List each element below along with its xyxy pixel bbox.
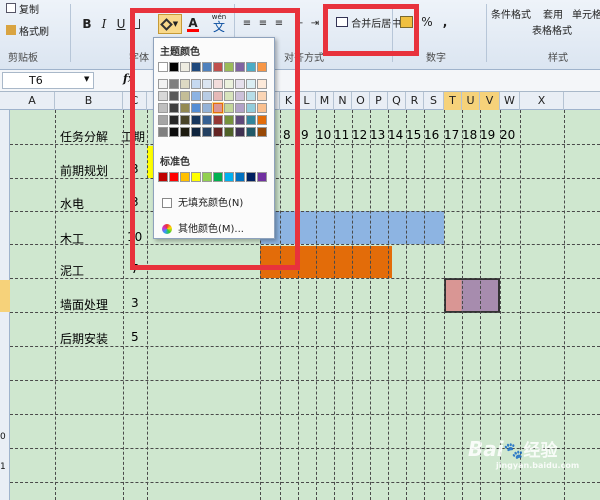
column-header-t[interactable]: T	[444, 92, 462, 110]
day-header: 15	[406, 128, 422, 142]
column-header-q[interactable]: Q	[388, 92, 406, 110]
task-name: 泥工	[60, 264, 85, 278]
task-name: 前期规划	[60, 164, 109, 178]
underline-button[interactable]: U	[114, 16, 128, 32]
grid-line	[10, 211, 600, 212]
day-header: 11	[334, 128, 350, 142]
column-header-o[interactable]: O	[352, 92, 370, 110]
task-name: 后期安装	[60, 332, 109, 346]
column-header-a[interactable]: A	[10, 92, 55, 110]
column-header-m[interactable]: M	[316, 92, 334, 110]
day-header: 16	[424, 128, 440, 142]
grid-line	[406, 110, 407, 500]
clipboard-group-label: 剪贴板	[8, 53, 38, 64]
grid-line	[10, 144, 600, 145]
percent-button[interactable]: %	[420, 14, 434, 30]
column-header-l[interactable]: L	[298, 92, 316, 110]
grid-line	[444, 110, 445, 500]
grid-line	[10, 346, 600, 347]
grid-line	[10, 414, 600, 415]
column-header-r[interactable]: R	[406, 92, 424, 110]
day-header: 20	[500, 128, 516, 142]
column-header-x[interactable]: X	[520, 92, 564, 110]
task-name: 水电	[60, 197, 85, 211]
copy-icon	[6, 3, 16, 13]
comma-button[interactable]: ,	[440, 14, 450, 30]
task-name: 任务分解	[60, 130, 109, 144]
format-painter-button[interactable]: 格式刷	[6, 22, 49, 38]
row-headers: 0 1	[0, 110, 10, 500]
chevron-down-icon: ▼	[84, 75, 90, 83]
grid-line	[316, 110, 317, 500]
day-header: 19	[480, 128, 496, 142]
row-number: 1	[0, 462, 6, 472]
cell-style-button[interactable]: 单元格	[572, 6, 600, 21]
grid-line	[10, 380, 600, 381]
day-header: 12	[352, 128, 368, 142]
grid-line	[462, 110, 463, 500]
grid-line	[10, 278, 600, 279]
number-group-label: 数字	[426, 53, 446, 64]
column-headers: A B C J K L M N O P Q R S T U V W X	[0, 92, 600, 110]
day-header: 18	[462, 128, 478, 142]
grid-line	[10, 244, 600, 245]
grid-line	[352, 110, 353, 500]
column-header-p[interactable]: P	[370, 92, 388, 110]
selected-range-t6-v6[interactable]	[444, 278, 500, 313]
column-header-u[interactable]: U	[462, 92, 480, 110]
copy-button[interactable]: 复制	[6, 1, 39, 16]
day-header: 13	[370, 128, 386, 142]
day-header: 14	[388, 128, 404, 142]
outdent-icon: ⇥	[310, 17, 320, 29]
grid-line	[424, 110, 425, 500]
column-header-n[interactable]: N	[334, 92, 352, 110]
grid-line	[10, 312, 600, 313]
column-header-v[interactable]: V	[480, 92, 500, 110]
grid-line	[55, 110, 56, 500]
row-header-selected[interactable]	[0, 280, 10, 312]
apply-format-button-line2[interactable]: 表格格式	[530, 22, 574, 37]
task-days: 5	[131, 330, 139, 344]
task-days: 3	[131, 296, 139, 310]
grid-line	[370, 110, 371, 500]
paintbrush-icon	[6, 25, 16, 35]
grid-line	[388, 110, 389, 500]
column-header-s[interactable]: S	[424, 92, 444, 110]
day-header: 9	[301, 128, 309, 142]
grid-line	[123, 110, 124, 500]
ribbon: 复制 格式刷 剪贴板 B I U ▼ A wén 文 字体 ≡ ≡ ≡ ⇤ ⇥ …	[0, 0, 600, 70]
task-name: 墙面处理	[60, 298, 109, 312]
conditional-format-button[interactable]: 条件格式	[491, 6, 531, 21]
highlight-merge-center	[323, 4, 419, 56]
day-header: 17	[444, 128, 460, 142]
highlight-fill-color	[130, 8, 300, 270]
apply-format-button-line1[interactable]: 套用	[538, 6, 568, 21]
grid-line	[10, 178, 600, 179]
column-header-b[interactable]: B	[55, 92, 123, 110]
bold-button[interactable]: B	[80, 16, 94, 32]
paw-icon: 🐾	[503, 441, 524, 460]
formula-bar: T6 ▼ fx	[0, 70, 600, 92]
baidu-logo-text: Bai	[468, 437, 504, 461]
increase-indent-button[interactable]: ⇥	[308, 16, 322, 30]
row-number: 0	[0, 432, 6, 442]
baidu-watermark: Bai🐾经验 jingyan.baidu.com	[468, 437, 580, 470]
day-header: 10	[316, 128, 332, 142]
grid-line	[334, 110, 335, 500]
italic-button[interactable]: I	[97, 16, 111, 32]
name-box[interactable]: T6	[2, 72, 94, 89]
styles-group-label: 样式	[548, 53, 568, 64]
column-header-w[interactable]: W	[500, 92, 520, 110]
